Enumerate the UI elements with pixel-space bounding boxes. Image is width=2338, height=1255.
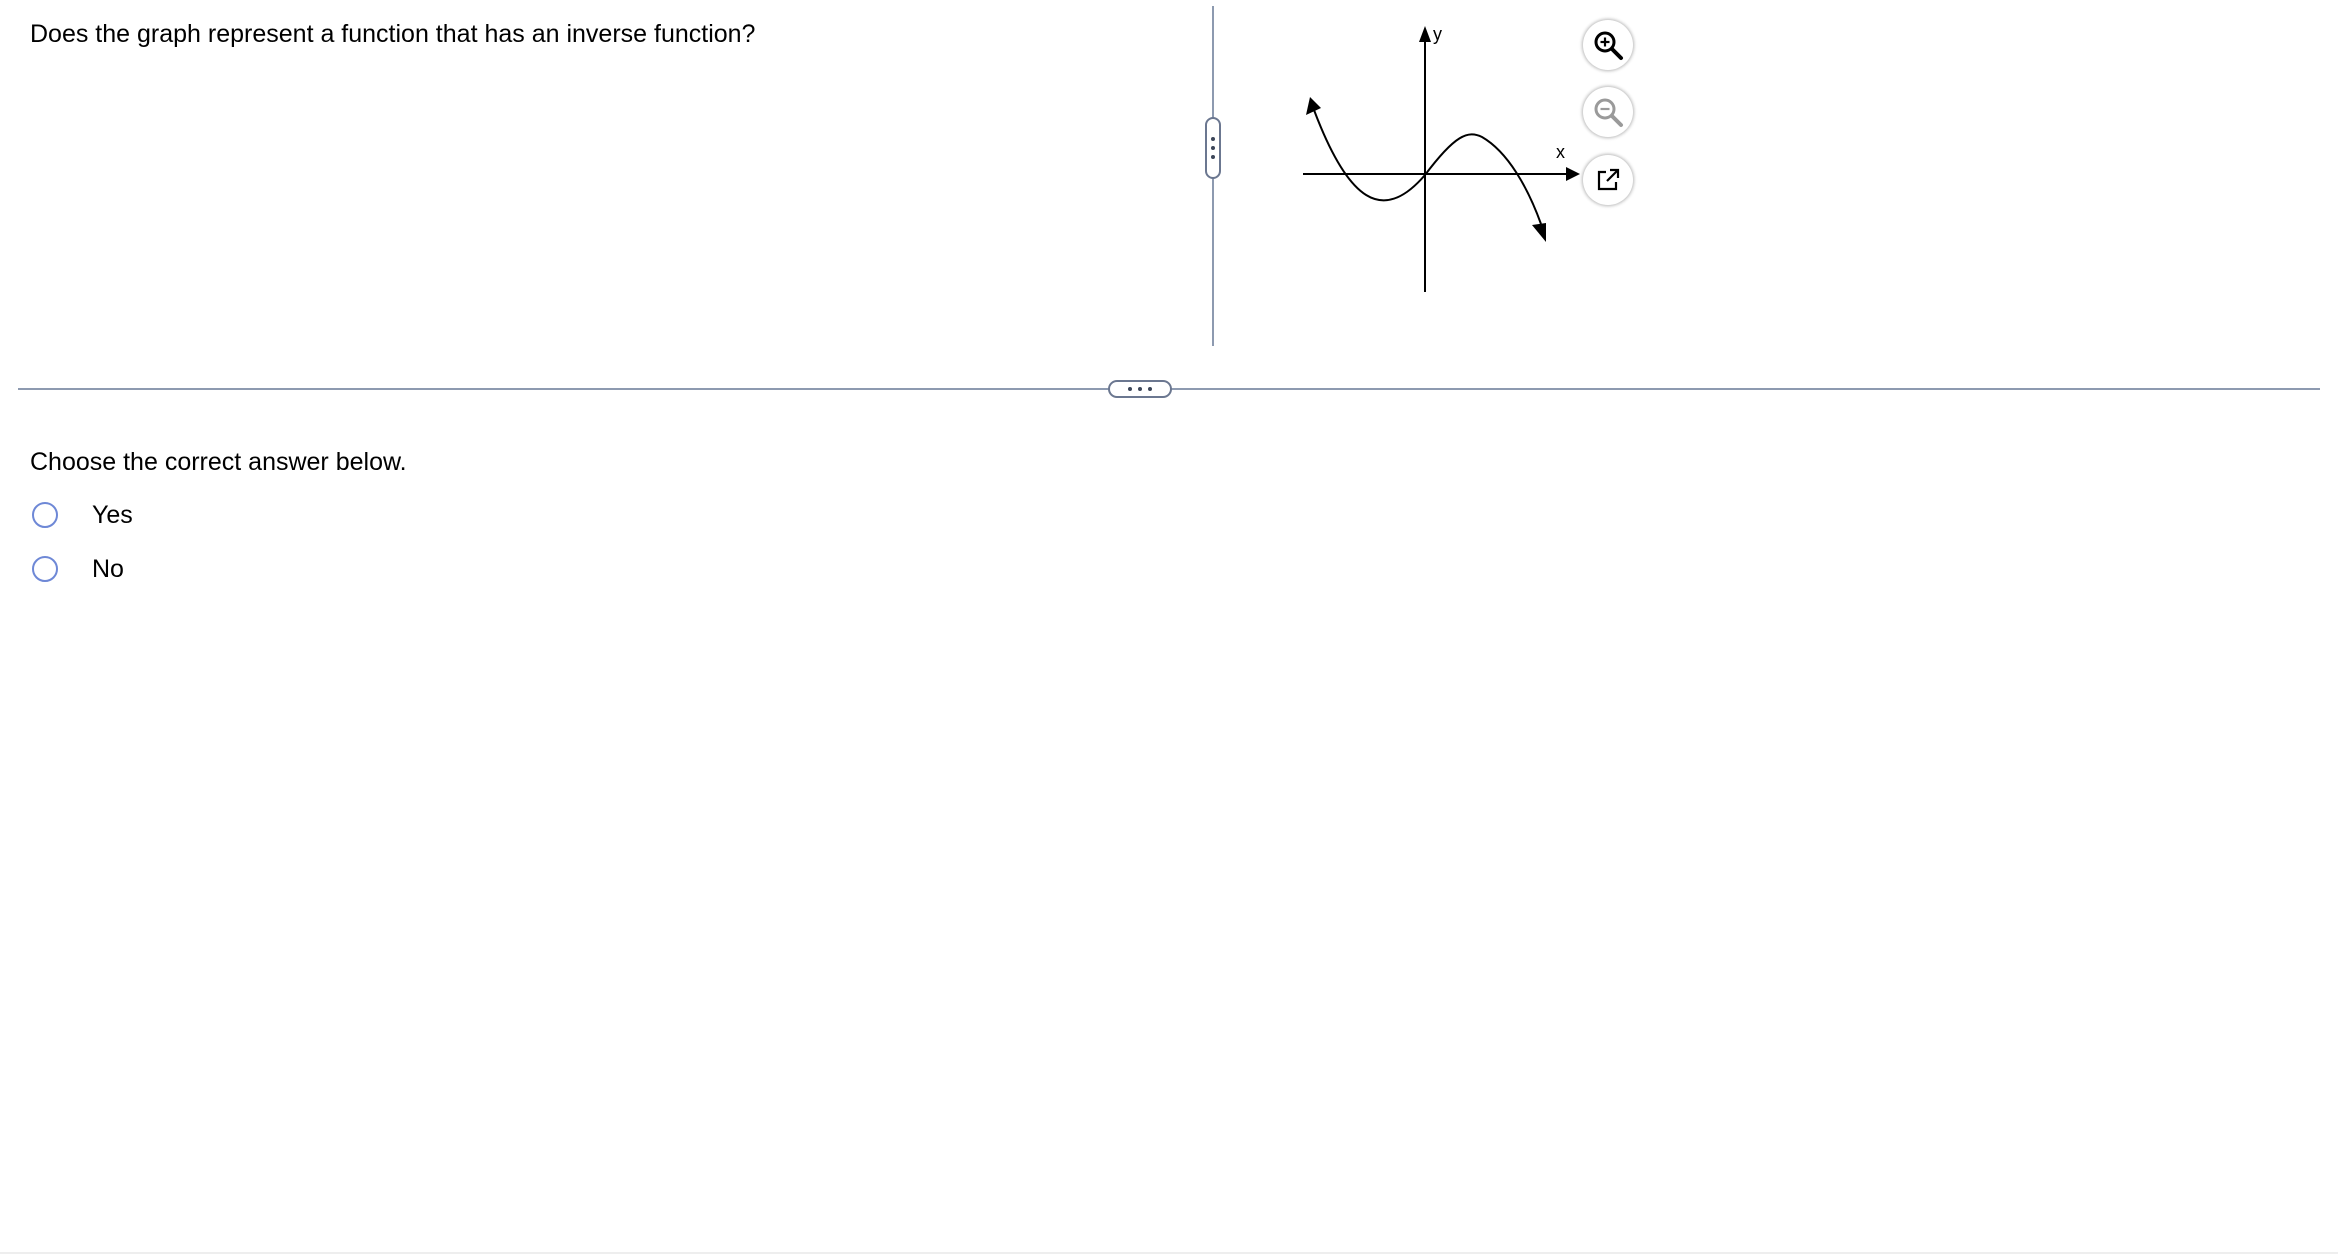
- vertical-splitter-handle[interactable]: [1205, 117, 1221, 179]
- option-label: No: [92, 555, 124, 583]
- x-axis-arrow: [1566, 167, 1580, 181]
- answer-option-no[interactable]: No: [32, 553, 124, 585]
- zoom-out-button[interactable]: [1583, 87, 1633, 137]
- zoom-in-icon: [1594, 31, 1623, 60]
- option-label: Yes: [92, 501, 133, 529]
- zoom-out-icon: [1594, 98, 1623, 127]
- handle-dot: [1211, 137, 1215, 141]
- external-link-icon: [1597, 168, 1620, 191]
- horizontal-splitter-handle[interactable]: [1108, 380, 1172, 398]
- handle-dot: [1148, 387, 1152, 391]
- handle-dot: [1128, 387, 1132, 391]
- y-axis-arrow: [1419, 26, 1431, 42]
- footer-divider: [0, 1252, 2338, 1254]
- curve-end-arrow: [1532, 223, 1546, 242]
- question-text: Does the graph represent a function that…: [30, 20, 756, 48]
- radio-button[interactable]: [32, 502, 58, 528]
- y-axis-label: y: [1433, 24, 1442, 44]
- handle-dot: [1211, 155, 1215, 159]
- x-axis-label: x: [1556, 142, 1565, 162]
- popout-button[interactable]: [1583, 155, 1633, 205]
- handle-dot: [1211, 146, 1215, 150]
- function-curve: [1313, 109, 1542, 225]
- answer-option-yes[interactable]: Yes: [32, 499, 133, 531]
- curve-start-arrow: [1306, 97, 1321, 115]
- radio-button[interactable]: [32, 556, 58, 582]
- zoom-in-button[interactable]: [1583, 20, 1633, 70]
- answer-prompt: Choose the correct answer below.: [30, 448, 407, 476]
- handle-dot: [1138, 387, 1142, 391]
- function-graph: x y: [1303, 24, 1580, 292]
